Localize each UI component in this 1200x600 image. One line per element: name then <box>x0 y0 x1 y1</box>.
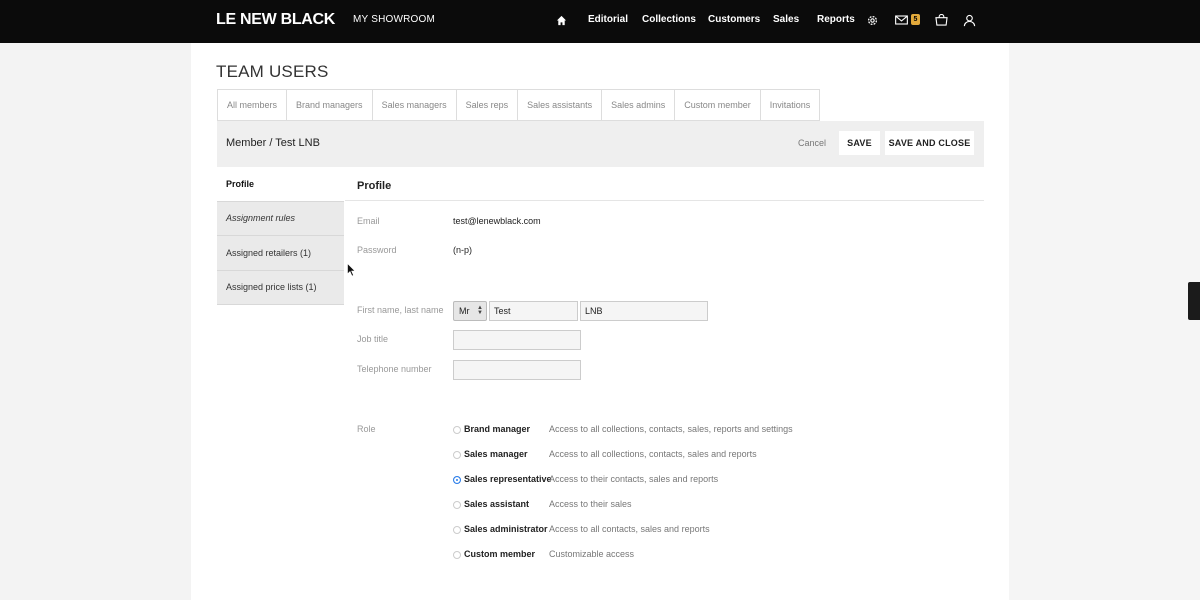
page-background-right <box>1009 43 1200 600</box>
email-label: Email <box>357 216 380 226</box>
brand-logo[interactable]: LE NEW BLACK <box>216 11 335 29</box>
page-background-left <box>0 43 191 600</box>
email-value: test@lenewblack.com <box>453 216 541 226</box>
sidemenu-assignment-rules[interactable]: Assignment rules <box>217 201 344 236</box>
page-title: TEAM USERS <box>216 62 329 81</box>
role-description: Access to all contacts, sales and report… <box>549 524 710 534</box>
section-divider <box>345 200 984 201</box>
sidemenu-assigned-price-lists[interactable]: Assigned price lists (1) <box>217 270 344 305</box>
notification-badge: 5 <box>911 14 920 25</box>
tab-all-members[interactable]: All members <box>218 90 288 120</box>
role-label: Role <box>357 424 376 434</box>
mouse-pointer-icon <box>347 262 356 282</box>
mail-icon[interactable] <box>891 11 911 29</box>
telephone-input[interactable] <box>453 360 581 380</box>
top-navigation: LE NEW BLACK MY SHOWROOM Editorial Colle… <box>0 0 1200 43</box>
nav-editorial[interactable]: Editorial <box>588 14 628 25</box>
tab-sales-reps[interactable]: Sales reps <box>457 90 519 120</box>
tab-sales-admins[interactable]: Sales admins <box>602 90 676 120</box>
member-header-bar: Member / Test LNB Cancel SAVE SAVE AND C… <box>217 121 984 167</box>
save-button[interactable]: SAVE <box>839 131 880 155</box>
role-name: Sales manager <box>464 449 528 459</box>
save-and-close-button[interactable]: SAVE AND CLOSE <box>885 131 974 155</box>
tab-custom-member[interactable]: Custom member <box>675 90 761 120</box>
salutation-select[interactable]: Mr ▲ ▼ <box>453 301 487 321</box>
role-name: Brand manager <box>464 424 531 434</box>
sidemenu-profile[interactable]: Profile <box>217 167 344 202</box>
breadcrumb: Member / Test LNB <box>226 137 320 149</box>
salutation-value: Mr <box>459 306 470 316</box>
role-description: Access to their contacts, sales and repo… <box>549 474 719 484</box>
password-value: (n-p) <box>453 245 473 255</box>
nav-collections[interactable]: Collections <box>642 14 696 25</box>
gear-icon[interactable] <box>862 11 882 29</box>
telephone-label: Telephone number <box>357 364 432 374</box>
bag-icon[interactable] <box>931 11 951 29</box>
select-arrows-icon: ▲ ▼ <box>477 305 483 316</box>
first-name-input[interactable]: Test <box>489 301 578 321</box>
job-title-label: Job title <box>357 334 389 344</box>
tab-brand-managers[interactable]: Brand managers <box>287 90 373 120</box>
nav-customers[interactable]: Customers <box>708 14 760 25</box>
home-icon[interactable] <box>551 11 571 29</box>
role-description: Access to all collections, contacts, sal… <box>549 449 757 459</box>
tab-invitations[interactable]: Invitations <box>761 90 820 120</box>
section-title-profile: Profile <box>357 180 392 192</box>
last-name-input[interactable]: LNB <box>580 301 708 321</box>
nav-sales[interactable]: Sales <box>773 14 799 25</box>
user-icon[interactable] <box>959 11 979 29</box>
role-name: Sales administrator <box>464 524 548 534</box>
job-title-input[interactable] <box>453 330 581 350</box>
role-description: Access to all collections, contacts, sal… <box>549 424 793 434</box>
name-label: First name, last name <box>357 305 444 315</box>
nav-reports[interactable]: Reports <box>817 14 855 25</box>
role-name: Sales representative <box>464 474 552 484</box>
side-feedback-tab[interactable] <box>1188 282 1200 320</box>
role-description: Customizable access <box>549 549 635 559</box>
my-showroom-link[interactable]: MY SHOWROOM <box>353 14 435 25</box>
role-radio-sales-assistant[interactable] <box>453 501 461 509</box>
role-radio-sales-administrator[interactable] <box>453 526 461 534</box>
role-radio-brand-manager[interactable] <box>453 426 461 434</box>
cancel-button[interactable]: Cancel <box>798 138 826 148</box>
tab-sales-assistants[interactable]: Sales assistants <box>518 90 603 120</box>
member-side-menu: Profile Assignment rules Assigned retail… <box>217 167 344 305</box>
role-radio-custom-member[interactable] <box>453 551 461 559</box>
role-radio-sales-representative[interactable] <box>453 476 461 484</box>
profile-form-area <box>345 167 984 600</box>
role-name: Sales assistant <box>464 499 530 509</box>
member-tabs: All members Brand managers Sales manager… <box>217 89 821 121</box>
role-radio-sales-manager[interactable] <box>453 451 461 459</box>
role-description: Access to their sales <box>549 499 632 509</box>
sidemenu-assigned-retailers[interactable]: Assigned retailers (1) <box>217 236 344 271</box>
password-label: Password <box>357 245 397 255</box>
role-name: Custom member <box>464 549 536 559</box>
tab-sales-managers[interactable]: Sales managers <box>373 90 457 120</box>
